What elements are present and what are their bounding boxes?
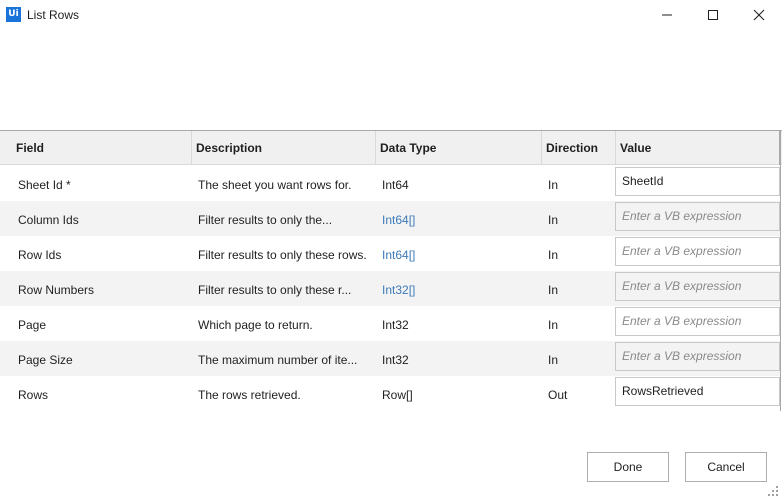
field-direction: In bbox=[548, 353, 559, 367]
grid-border bbox=[780, 131, 781, 411]
field-direction: In bbox=[548, 318, 559, 332]
minimize-button[interactable] bbox=[644, 0, 690, 30]
field-name: Page bbox=[18, 318, 47, 332]
field-description: Which page to return. bbox=[198, 318, 313, 332]
field-description: Filter results to only the... bbox=[198, 213, 333, 227]
uipath-logo-icon: Ui bbox=[6, 7, 21, 22]
close-button[interactable] bbox=[736, 0, 782, 30]
table-row[interactable]: Page Size The maximum number of ite... Int… bbox=[0, 341, 780, 376]
minimize-icon bbox=[662, 14, 672, 16]
field-description: The rows retrieved. bbox=[198, 388, 301, 402]
table-row[interactable]: Sheet Id * The sheet you want rows for. In… bbox=[0, 166, 780, 201]
cancel-button[interactable]: Cancel bbox=[685, 452, 767, 482]
value-expression-input[interactable]: Enter a VB expression bbox=[615, 307, 780, 336]
value-expression-input[interactable]: Enter a VB expression bbox=[615, 342, 780, 371]
field-data-type[interactable]: Int64[] bbox=[382, 201, 532, 236]
value-expression-input[interactable]: SheetId bbox=[615, 167, 780, 196]
value-expression-input[interactable]: Enter a VB expression bbox=[615, 202, 780, 231]
maximize-button[interactable] bbox=[690, 0, 736, 30]
field-direction: In bbox=[548, 283, 559, 297]
done-button[interactable]: Done bbox=[587, 452, 669, 482]
field-name: Row Numbers bbox=[18, 283, 95, 297]
column-header-value[interactable]: Value bbox=[616, 131, 780, 165]
field-description: Filter results to only these r... bbox=[198, 283, 352, 297]
column-header-data-type[interactable]: Data Type bbox=[376, 131, 542, 165]
field-data-type[interactable]: Int32[] bbox=[382, 271, 532, 306]
field-data-type: Row[] bbox=[382, 388, 413, 402]
field-direction: In bbox=[548, 178, 559, 192]
field-direction: In bbox=[548, 248, 559, 262]
table-row[interactable]: Page Which page to return. Int32 In Enter a … bbox=[0, 306, 780, 341]
field-data-type: Int32 bbox=[382, 318, 409, 332]
column-header-field[interactable]: Field bbox=[0, 131, 192, 165]
field-name: Row Ids bbox=[18, 248, 62, 262]
window-title: List Rows bbox=[27, 8, 80, 22]
field-data-type[interactable]: Int64[] bbox=[382, 236, 532, 271]
table-row[interactable]: Column Ids Filter results to only the... I… bbox=[0, 201, 780, 236]
value-expression-input[interactable]: Enter a VB expression bbox=[615, 272, 780, 301]
resize-grip-icon[interactable] bbox=[766, 484, 780, 498]
column-header-direction[interactable]: Direction bbox=[542, 131, 616, 165]
table-row[interactable]: Row Numbers Filter results to only these … bbox=[0, 271, 780, 306]
field-name: Column Ids bbox=[18, 213, 79, 227]
table-row[interactable]: Row Ids Filter results to only these rows… bbox=[0, 236, 780, 271]
field-description: Filter results to only these rows. bbox=[198, 248, 367, 262]
column-header-description[interactable]: Description bbox=[192, 131, 376, 165]
field-description: The sheet you want rows for. bbox=[198, 178, 352, 192]
field-direction: Out bbox=[548, 388, 568, 402]
close-icon bbox=[753, 9, 765, 21]
value-expression-input[interactable]: RowsRetrieved bbox=[615, 377, 780, 406]
table-row[interactable]: Rows The rows retrieved. Row[] Out RowsRetri… bbox=[0, 376, 780, 411]
field-name: Sheet Id * bbox=[18, 178, 71, 192]
field-data-type: Int32 bbox=[382, 353, 409, 367]
field-name: Page Size bbox=[18, 353, 73, 367]
maximize-icon bbox=[708, 10, 718, 20]
field-direction: In bbox=[548, 213, 559, 227]
field-description: The maximum number of ite... bbox=[198, 353, 358, 367]
field-data-type: Int64 bbox=[382, 178, 409, 192]
field-name: Rows bbox=[18, 388, 49, 402]
arguments-grid: Field Description Data Type Direction Va… bbox=[0, 130, 782, 411]
grid-header: Field Description Data Type Direction Va… bbox=[0, 131, 782, 165]
title-bar: Ui List Rows bbox=[0, 0, 782, 30]
value-expression-input[interactable]: Enter a VB expression bbox=[615, 237, 780, 266]
